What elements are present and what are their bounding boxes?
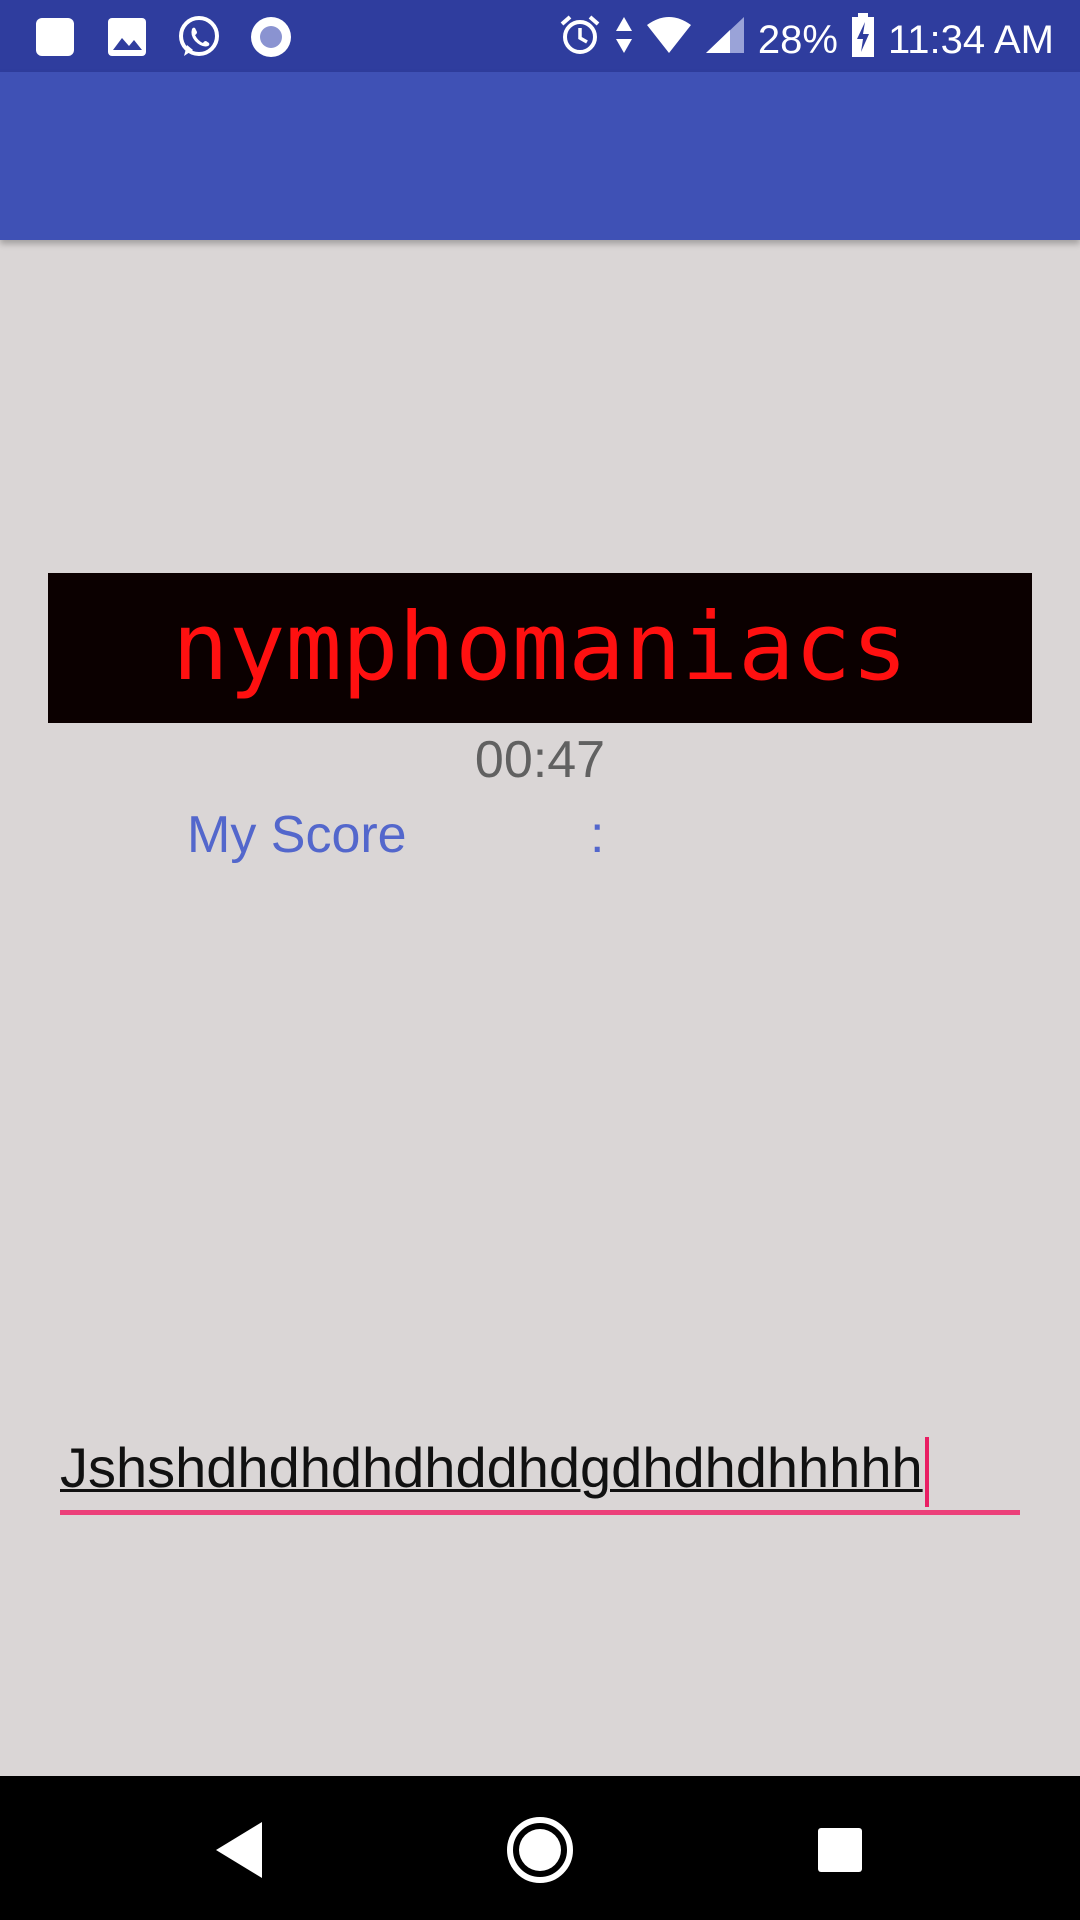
recents-icon (818, 1828, 862, 1872)
gallery-icon (104, 14, 150, 60)
score-separator: : (590, 806, 605, 864)
word-display-box: nymphomaniacs (48, 573, 1032, 723)
whatsapp-icon (176, 14, 222, 60)
notification-square-icon (32, 14, 78, 60)
battery-percent: 28% (757, 17, 838, 62)
answer-input-text[interactable]: Jshshdhdhdhdhddhdgdhdhdhhhhh (60, 1430, 929, 1508)
target-word: nymphomaniacs (172, 593, 908, 702)
text-caret (924, 1437, 929, 1508)
recents-button[interactable] (800, 1812, 880, 1888)
answer-input-value: Jshshdhdhdhdhddhdgdhdhdhhhhh (60, 1436, 923, 1499)
wifi-icon (646, 15, 692, 65)
home-icon (507, 1817, 573, 1883)
answer-input-field[interactable]: Jshshdhdhdhdhddhdgdhdhdhhhhh (60, 1430, 1020, 1516)
navigation-bar (0, 1776, 1080, 1920)
alarm-icon (558, 13, 602, 67)
app-bar (0, 72, 1080, 240)
score-label: My Score (187, 806, 407, 864)
record-icon (248, 14, 294, 60)
data-arrows-icon (614, 13, 634, 67)
clock-time: 11:34 AM (887, 17, 1054, 62)
back-icon (216, 1822, 262, 1878)
status-bar: 28% 11:34 AM (0, 0, 1080, 72)
countdown-timer: 00:47 (474, 731, 606, 789)
back-button[interactable] (200, 1812, 280, 1888)
home-button[interactable] (500, 1812, 580, 1888)
signal-icon (704, 15, 746, 65)
battery-charging-icon (850, 12, 876, 68)
input-underline (60, 1510, 1020, 1515)
status-left-icons (32, 14, 294, 60)
status-right-icons: 28% 11:34 AM (558, 12, 1054, 68)
